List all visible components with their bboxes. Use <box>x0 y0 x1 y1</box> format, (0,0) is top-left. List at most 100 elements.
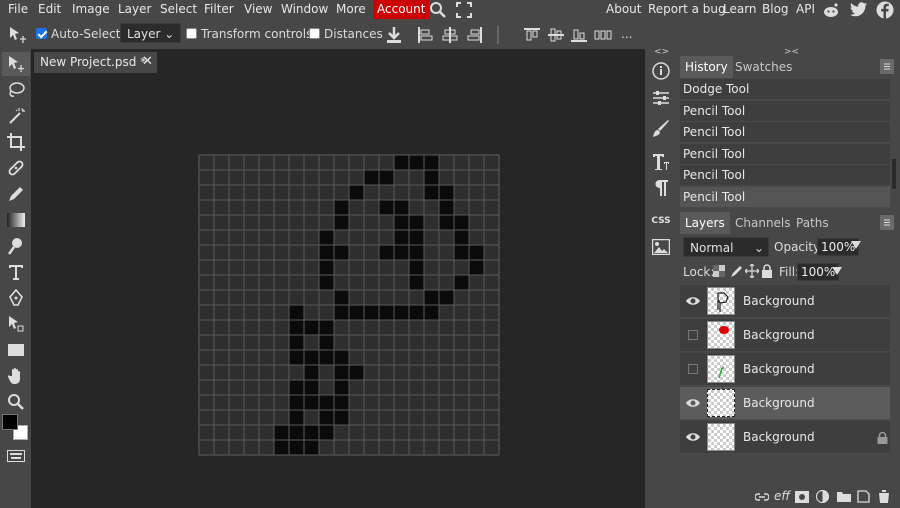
align-right-icon[interactable] <box>467 27 483 46</box>
fill-dropdown-icon[interactable] <box>832 265 842 279</box>
adjustments-button[interactable] <box>648 86 674 110</box>
layer-name[interactable]: Background <box>743 319 815 352</box>
transform-controls-checkbox[interactable]: Transform controls <box>186 20 312 49</box>
link-about[interactable]: About <box>606 0 641 20</box>
tab-channels[interactable]: Channels <box>730 212 796 234</box>
css-button[interactable]: CSS <box>648 209 674 233</box>
align-center-icon[interactable] <box>442 27 458 46</box>
brush-button[interactable] <box>648 117 674 141</box>
align-top-icon[interactable] <box>524 27 540 46</box>
tab-history[interactable]: History <box>680 56 733 78</box>
layer-name[interactable]: Background <box>743 421 815 454</box>
blend-mode-dropdown[interactable]: Normal ⌄ <box>683 237 769 257</box>
link-learn[interactable]: Learn <box>723 0 757 20</box>
facebook-icon[interactable] <box>876 1 894 22</box>
lock-transparency-icon[interactable] <box>713 265 725 280</box>
keyboard-button[interactable] <box>2 444 30 468</box>
layer-row[interactable]: Background <box>680 319 890 352</box>
layer-row[interactable]: Background <box>680 353 890 386</box>
menu-more[interactable]: More <box>336 0 366 20</box>
pencil-tool[interactable] <box>2 182 30 206</box>
tab-layers[interactable]: Layers <box>680 212 730 234</box>
menu-edit[interactable]: Edit <box>38 0 61 20</box>
twitter-icon[interactable] <box>850 2 868 21</box>
history-item[interactable]: Pencil Tool <box>680 122 890 143</box>
menu-filter[interactable]: Filter <box>204 0 234 20</box>
history-item[interactable]: Dodge Tool <box>680 79 890 100</box>
adjustment-layer-icon[interactable] <box>816 490 829 503</box>
search-icon[interactable] <box>429 1 447 22</box>
hand-tool[interactable] <box>2 364 30 388</box>
lock-position-icon[interactable] <box>744 263 760 281</box>
align-middle-icon[interactable] <box>548 27 564 46</box>
pen-tool[interactable] <box>2 286 30 310</box>
link-layers-icon[interactable] <box>755 493 769 502</box>
history-scrollbar[interactable] <box>892 159 896 189</box>
link-report-bug[interactable]: Report a bug <box>648 0 726 20</box>
tab-swatches[interactable]: Swatches <box>730 56 797 78</box>
history-item[interactable]: Pencil Tool <box>680 165 890 186</box>
history-item[interactable]: Pencil Tool <box>680 101 890 122</box>
layer-name[interactable]: Background <box>743 353 815 386</box>
gradient-tool[interactable] <box>2 208 30 232</box>
account-button[interactable]: Account <box>373 0 430 19</box>
foreground-color-swatch[interactable] <box>2 414 18 430</box>
move-tool-icon[interactable] <box>8 26 28 47</box>
healing-tool[interactable] <box>2 156 30 180</box>
new-layer-icon[interactable] <box>857 490 870 503</box>
new-folder-icon[interactable] <box>837 491 851 502</box>
fullscreen-icon[interactable] <box>456 2 472 21</box>
character-button[interactable] <box>648 150 674 174</box>
collapse-arrows-icon[interactable]: <> <box>654 47 669 57</box>
info-button[interactable] <box>648 59 674 83</box>
close-tab-icon[interactable]: ✕ <box>142 52 153 72</box>
auto-select-checkbox[interactable]: Auto-Select <box>36 20 120 49</box>
layer-row[interactable]: Background <box>680 421 890 454</box>
move-tool[interactable] <box>2 52 30 76</box>
zoom-tool[interactable] <box>2 390 30 414</box>
more-options[interactable]: ... <box>621 20 632 49</box>
shape-tool[interactable] <box>2 338 30 362</box>
image-button[interactable] <box>648 235 674 259</box>
dodge-tool[interactable] <box>2 234 30 258</box>
eye-icon[interactable] <box>686 431 700 443</box>
layers-menu-icon[interactable] <box>880 215 894 230</box>
link-api[interactable]: API <box>796 0 815 20</box>
type-tool[interactable] <box>2 260 30 284</box>
tab-paths[interactable]: Paths <box>791 212 834 234</box>
opacity-dropdown-icon[interactable] <box>851 239 861 253</box>
menu-view[interactable]: View <box>244 0 272 20</box>
align-bottom-icon[interactable] <box>571 27 587 46</box>
link-blog[interactable]: Blog <box>762 0 789 20</box>
reddit-icon[interactable] <box>822 1 840 22</box>
menu-select[interactable]: Select <box>160 0 197 20</box>
hidden-visibility-box[interactable] <box>688 330 698 340</box>
lock-all-icon[interactable] <box>761 264 773 281</box>
history-item[interactable]: Pencil Tool <box>680 144 890 165</box>
menu-file[interactable]: File <box>8 0 28 20</box>
menu-layer[interactable]: Layer <box>118 0 151 20</box>
crop-tool[interactable] <box>2 130 30 154</box>
color-swatches[interactable] <box>2 414 28 442</box>
layer-mask-icon[interactable] <box>795 491 809 503</box>
lasso-tool[interactable] <box>2 78 30 102</box>
lock-pixels-icon[interactable] <box>730 264 742 281</box>
document-tab[interactable]: New Project.psd * ✕ <box>34 52 157 73</box>
eye-icon[interactable] <box>686 295 700 307</box>
canvas[interactable] <box>198 154 500 456</box>
magic-wand-tool[interactable] <box>2 104 30 128</box>
distances-checkbox[interactable]: Distances <box>309 20 383 49</box>
select-mode-dropdown[interactable]: Layer ⌄ <box>120 20 182 49</box>
history-item-current[interactable]: Pencil Tool <box>680 187 890 208</box>
layer-row-selected[interactable]: Background <box>680 387 890 420</box>
delete-layer-icon[interactable] <box>878 490 890 503</box>
eye-icon[interactable] <box>686 397 700 409</box>
menu-image[interactable]: Image <box>72 0 110 20</box>
align-left-icon[interactable] <box>417 27 433 46</box>
hidden-visibility-box[interactable] <box>688 364 698 374</box>
layer-name[interactable]: Background <box>743 387 815 420</box>
download-icon[interactable] <box>385 26 403 47</box>
layer-row[interactable]: Background <box>680 285 890 318</box>
layer-name[interactable]: Background <box>743 285 815 318</box>
history-menu-icon[interactable] <box>880 59 894 74</box>
